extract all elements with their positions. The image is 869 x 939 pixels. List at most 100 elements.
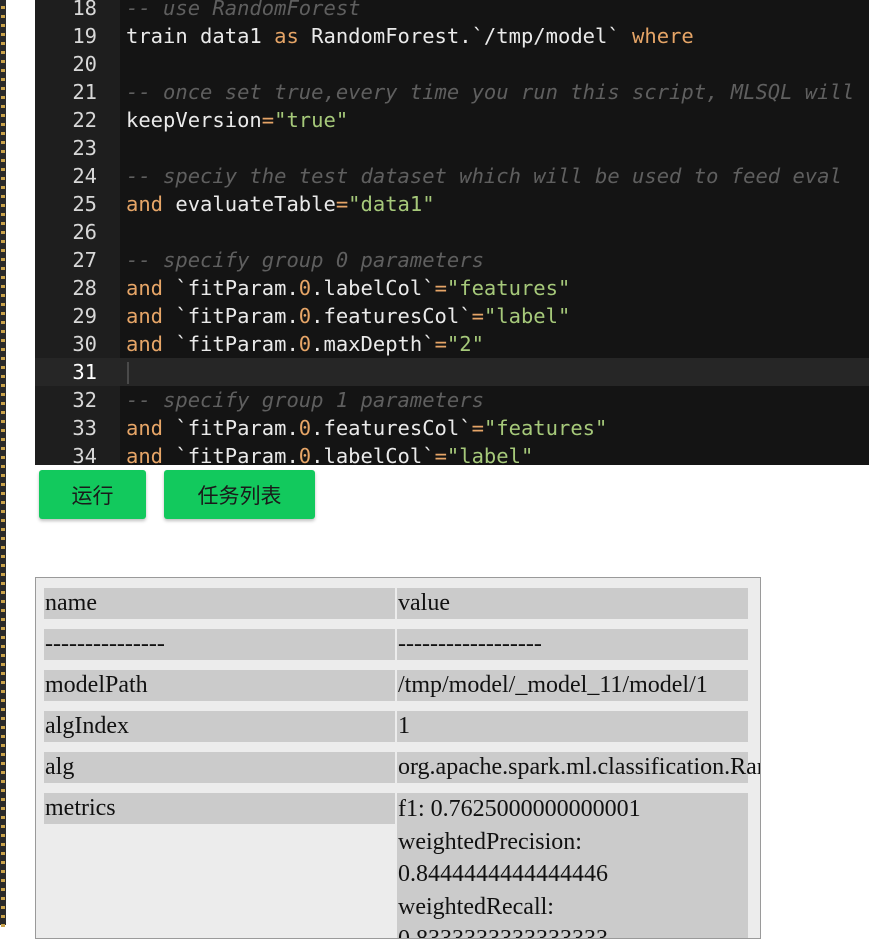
strip-dot bbox=[1, 609, 5, 612]
code-editor[interactable]: 18 -- use RandomForest 19 train data1 as Ra… bbox=[35, 0, 869, 465]
code-line[interactable]: 27 -- specify group 0 parameters bbox=[35, 246, 869, 274]
code-line[interactable]: 29 and `fitParam.0.featuresCol`="label" bbox=[35, 302, 869, 330]
header-name-cell: name bbox=[44, 588, 395, 619]
code-line[interactable]: 34 and `fitParam.0.labelCol`="label" bbox=[35, 442, 869, 465]
code-text: and evaluateTable="data1" bbox=[126, 192, 435, 216]
strip-dot bbox=[1, 132, 5, 135]
line-number: 26 bbox=[72, 220, 97, 244]
code-line[interactable]: 22 keepVersion="true" bbox=[35, 106, 869, 134]
task-list-button[interactable]: 任务列表 bbox=[164, 470, 315, 519]
strip-dot bbox=[1, 312, 5, 315]
strip-dot bbox=[1, 879, 5, 882]
strip-dot bbox=[1, 51, 5, 54]
strip-dot bbox=[1, 906, 5, 909]
row-value-cell: org.apache.spark.ml.classification.Rando… bbox=[397, 752, 760, 783]
strip-dot bbox=[1, 195, 5, 198]
metric-line: 0.8333333333333333 bbox=[398, 926, 608, 939]
strip-dot bbox=[1, 852, 5, 855]
strip-dot bbox=[1, 294, 5, 297]
strip-dot bbox=[1, 60, 5, 63]
strip-dot bbox=[1, 690, 5, 693]
table-header-row: name value bbox=[44, 588, 756, 619]
separator-name-cell: --------------- bbox=[44, 629, 395, 660]
code-line[interactable]: 19 train data1 as RandomForest.`/tmp/mode… bbox=[35, 22, 869, 50]
table-row: metrics f1: 0.7625000000000001 weightedP… bbox=[44, 793, 756, 939]
code-text: and `fitParam.0.labelCol`="label" bbox=[126, 444, 534, 465]
code-text: -- use RandomForest bbox=[126, 0, 361, 20]
strip-dot bbox=[1, 69, 5, 72]
strip-dot bbox=[1, 159, 5, 162]
table-row: modelPath /tmp/model/_model_11/model/1 bbox=[44, 670, 756, 701]
line-number: 32 bbox=[72, 388, 97, 412]
strip-dot bbox=[1, 870, 5, 873]
row-name-cell: modelPath bbox=[44, 670, 395, 701]
code-line[interactable]: 18 -- use RandomForest bbox=[35, 0, 869, 22]
strip-dot bbox=[1, 843, 5, 846]
code-line[interactable]: 21 -- once set true,every time you run th… bbox=[35, 78, 869, 106]
strip-dot bbox=[1, 330, 5, 333]
row-value-cell: /tmp/model/_model_11/model/1 bbox=[397, 670, 748, 701]
strip-dot bbox=[1, 366, 5, 369]
strip-dot bbox=[1, 807, 5, 810]
line-number: 19 bbox=[72, 24, 97, 48]
line-number: 25 bbox=[72, 192, 97, 216]
code-text: and `fitParam.0.maxDepth`="2" bbox=[126, 332, 484, 356]
run-button[interactable]: 运行 bbox=[39, 470, 146, 519]
strip-dot bbox=[1, 375, 5, 378]
strip-dot bbox=[1, 24, 5, 27]
separator-row: --------------- ------------------ bbox=[44, 629, 756, 660]
strip-dot bbox=[1, 654, 5, 657]
strip-dot bbox=[1, 834, 5, 837]
strip-dot bbox=[1, 276, 5, 279]
code-line[interactable]: 28 and `fitParam.0.labelCol`="features" bbox=[35, 274, 869, 302]
line-number: 30 bbox=[72, 332, 97, 356]
code-line[interactable]: 25 and evaluateTable="data1" bbox=[35, 190, 869, 218]
strip-dot bbox=[1, 420, 5, 423]
strip-dot bbox=[1, 15, 5, 18]
strip-dot bbox=[1, 699, 5, 702]
strip-dot bbox=[1, 501, 5, 504]
strip-dot bbox=[1, 474, 5, 477]
strip-dot bbox=[1, 141, 5, 144]
strip-dot bbox=[1, 681, 5, 684]
line-number: 22 bbox=[72, 108, 97, 132]
line-number: 24 bbox=[72, 164, 97, 188]
strip-dot bbox=[1, 168, 5, 171]
code-line[interactable]: 33 and `fitParam.0.featuresCol`="features… bbox=[35, 414, 869, 442]
strip-dot bbox=[1, 924, 5, 927]
strip-dot bbox=[1, 762, 5, 765]
metric-line: f1: 0.7625000000000001 bbox=[398, 796, 641, 822]
strip-dot bbox=[1, 708, 5, 711]
code-line[interactable]: 20 bbox=[35, 50, 869, 78]
metrics-value-cell: f1: 0.7625000000000001 weightedPrecision… bbox=[397, 793, 748, 939]
strip-dot bbox=[1, 600, 5, 603]
code-line[interactable]: 31 bbox=[35, 358, 869, 386]
table-row: alg org.apache.spark.ml.classification.R… bbox=[44, 752, 760, 783]
metric-line: weightedPrecision: bbox=[398, 828, 582, 855]
strip-dot bbox=[1, 789, 5, 792]
strip-dot bbox=[1, 627, 5, 630]
code-line[interactable]: 23 bbox=[35, 134, 869, 162]
line-number: 21 bbox=[72, 80, 97, 104]
strip-dot bbox=[1, 888, 5, 891]
strip-dot bbox=[1, 861, 5, 864]
strip-dot bbox=[1, 258, 5, 261]
line-number: 20 bbox=[72, 52, 97, 76]
code-line[interactable]: 30 and `fitParam.0.maxDepth`="2" bbox=[35, 330, 869, 358]
strip-dot bbox=[1, 519, 5, 522]
strip-dot bbox=[1, 717, 5, 720]
strip-dot bbox=[1, 33, 5, 36]
strip-dot bbox=[1, 744, 5, 747]
code-line[interactable]: 32 -- specify group 1 parameters bbox=[35, 386, 869, 414]
strip-dot bbox=[1, 285, 5, 288]
strip-dot bbox=[1, 393, 5, 396]
strip-dot bbox=[1, 771, 5, 774]
strip-dot bbox=[1, 591, 5, 594]
row-name-cell: metrics bbox=[44, 793, 395, 824]
strip-dot bbox=[1, 798, 5, 801]
strip-dot bbox=[1, 348, 5, 351]
line-number: 33 bbox=[72, 416, 97, 440]
code-line[interactable]: 24 -- speciy the test dataset which will … bbox=[35, 162, 869, 190]
code-line[interactable]: 26 bbox=[35, 218, 869, 246]
strip-dot bbox=[1, 447, 5, 450]
